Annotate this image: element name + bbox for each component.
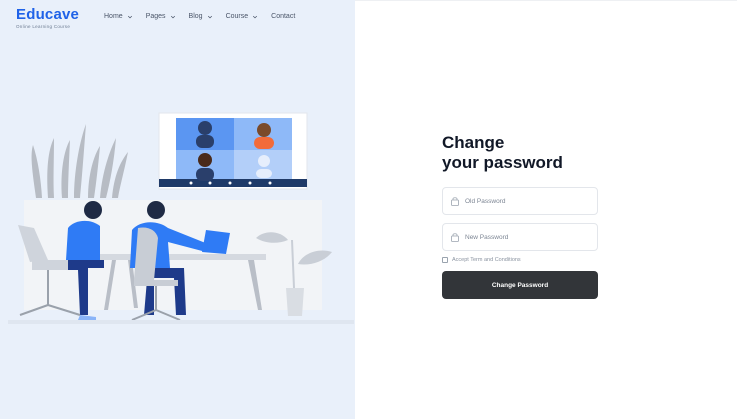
brand-tagline: Online Learning Course	[16, 24, 71, 29]
old-password-input[interactable]	[443, 188, 597, 214]
video-meeting-illustration	[8, 112, 354, 324]
brand-name: Educave	[16, 6, 80, 23]
nav-item-course[interactable]: Course	[226, 13, 259, 20]
chevron-down-icon	[207, 15, 212, 18]
old-password-field[interactable]	[442, 187, 598, 215]
lock-icon	[451, 197, 459, 206]
main-nav: Home Pages Blog Course Contact	[104, 13, 295, 20]
change-password-button[interactable]: Change Password	[442, 271, 598, 299]
terms-label[interactable]: Accept Term and Conditions	[452, 257, 521, 263]
nav-item-label: Home	[104, 13, 123, 20]
chevron-down-icon	[170, 15, 175, 18]
nav-item-label: Course	[225, 13, 249, 20]
chevron-down-icon	[127, 15, 132, 18]
chevron-down-icon	[253, 15, 258, 18]
plant-leaves	[31, 124, 128, 198]
title-line-2: your password	[442, 153, 563, 172]
nav-item-blog[interactable]: Blog	[189, 13, 213, 20]
monitor	[158, 112, 308, 190]
nav-item-contact[interactable]: Contact	[271, 13, 295, 20]
nav-item-label: Blog	[188, 13, 203, 20]
nav-item-label: Contact	[271, 13, 296, 20]
lock-icon	[451, 233, 459, 242]
nav-item-label: Pages	[145, 13, 166, 20]
terms-checkbox[interactable]	[442, 257, 448, 263]
illustration-panel: Educave Online Learning Course Home Page…	[0, 0, 355, 419]
change-password-form: Change your password Accept Term and Con…	[442, 133, 598, 299]
terms-row: Accept Term and Conditions	[442, 257, 598, 263]
page-title: Change your password	[442, 133, 598, 173]
new-password-input[interactable]	[443, 224, 597, 250]
nav-item-pages[interactable]: Pages	[146, 13, 176, 20]
new-password-field[interactable]	[442, 223, 598, 251]
brand-logo[interactable]: Educave Online Learning Course	[16, 6, 80, 30]
nav-item-home[interactable]: Home	[104, 13, 133, 20]
title-line-1: Change	[442, 133, 505, 152]
